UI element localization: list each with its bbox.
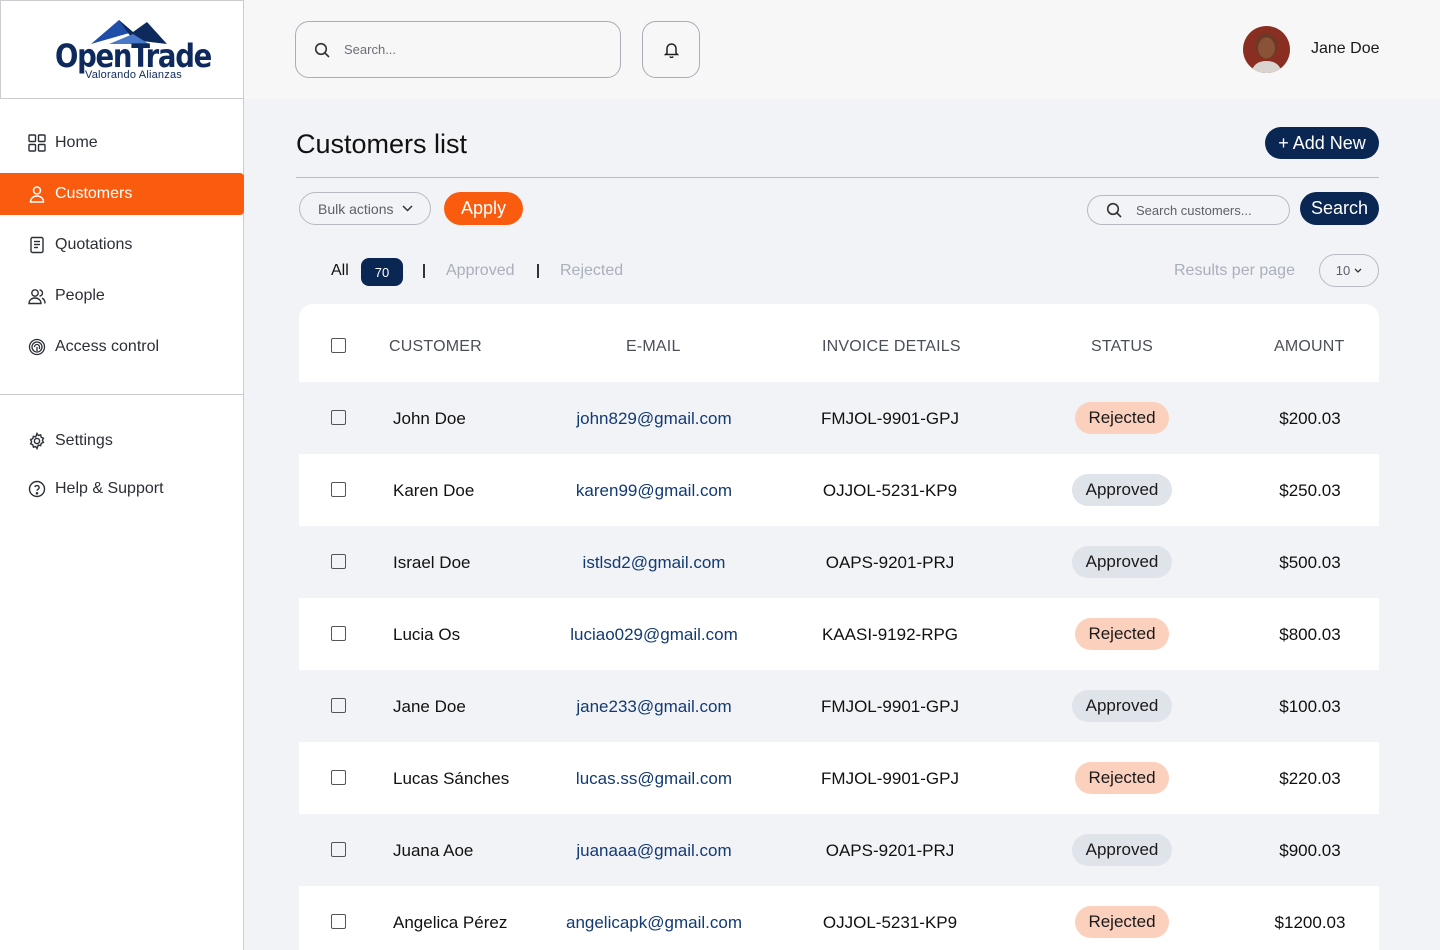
results-per-page-select[interactable]: 10 [1319, 254, 1379, 287]
logo[interactable]: OpenTrade Valorando Alianzas [0, 0, 244, 99]
search-icon [314, 42, 330, 58]
sidebar-item-access-control[interactable]: Access control [0, 326, 244, 368]
user-name[interactable]: Jane Doe [1311, 40, 1380, 58]
sidebar-divider [0, 394, 244, 395]
sidebar-item-people[interactable]: People [0, 275, 244, 317]
amount: $200.03 [1279, 409, 1341, 428]
customer-search[interactable] [1087, 195, 1290, 225]
sidebar: OpenTrade Valorando Alianzas Home Custom… [0, 0, 244, 950]
top-header: Jane Doe [244, 0, 1440, 99]
table-row[interactable]: Israel Doe istlsd2@gmail.com OAPS-9201-PRJ… [299, 526, 1379, 598]
select-all-checkbox[interactable] [331, 338, 346, 353]
sidebar-item-settings[interactable]: Settings [0, 420, 244, 462]
title-divider [296, 177, 1379, 178]
bulk-actions-dropdown[interactable]: Bulk actions [299, 192, 431, 225]
avatar-image [1243, 26, 1290, 73]
notifications-button[interactable] [642, 21, 700, 78]
table-row[interactable]: Juana Aoe juanaaa@gmail.com OAPS-9201-PRJ A… [299, 814, 1379, 886]
column-header-amount[interactable]: AMOUNT [1274, 338, 1345, 356]
sidebar-item-customers[interactable]: Customers [0, 173, 244, 215]
filter-approved[interactable]: Approved [446, 262, 515, 280]
results-per-page-value: 10 [1335, 263, 1351, 278]
table-row[interactable]: Lucas Sánches lucas.ss@gmail.com FMJOL-990… [299, 742, 1379, 814]
customer-search-input[interactable] [1136, 202, 1276, 218]
table-header: CUSTOMER E-MAIL INVOICE DETAILS STATUS A… [299, 304, 1379, 382]
apply-button[interactable]: Apply [444, 192, 523, 225]
sidebar-item-quotations[interactable]: Quotations [0, 224, 244, 266]
sidebar-item-label: Settings [55, 432, 113, 449]
column-header-customer[interactable]: CUSTOMER [389, 338, 482, 356]
search-button[interactable]: Search [1300, 192, 1379, 225]
logo-tagline: Valorando Alianzas [85, 69, 182, 81]
global-search-input[interactable] [344, 42, 584, 57]
add-new-button[interactable]: + Add New [1265, 127, 1379, 159]
amount: $250.03 [1279, 481, 1341, 500]
amount: $100.03 [1279, 697, 1341, 716]
main-content: Customers list + Add New Bulk actions Ap… [244, 99, 1440, 950]
chevron-down-icon [1354, 268, 1362, 273]
fingerprint-icon [28, 338, 46, 356]
document-icon [28, 236, 46, 254]
user-icon [28, 185, 46, 203]
sidebar-item-help-support[interactable]: Help & Support [0, 468, 244, 510]
sidebar-item-home[interactable]: Home [0, 122, 244, 164]
column-header-email[interactable]: E-MAIL [626, 338, 681, 356]
sidebar-item-label: Home [55, 134, 98, 151]
amount: $220.03 [1279, 769, 1341, 788]
help-icon [28, 480, 46, 498]
sidebar-item-label: Access control [55, 338, 160, 355]
avatar[interactable] [1243, 26, 1290, 73]
sidebar-item-label: Help & Support [55, 480, 164, 497]
sidebar-item-label: People [55, 287, 105, 304]
table-body: John Doe john829@gmail.com FMJOL-9901-GPJ R… [299, 382, 1379, 950]
table-row[interactable]: Lucia Os luciao029@gmail.com KAASI-9192-RP… [299, 598, 1379, 670]
sidebar-item-label: Quotations [55, 236, 133, 253]
amount: $1200.03 [1274, 913, 1346, 932]
amount: $500.03 [1279, 553, 1341, 572]
amount: $800.03 [1279, 625, 1341, 644]
table-row[interactable]: Karen Doe karen99@gmail.com OJJOL-5231-KP9… [299, 454, 1379, 526]
amount: $900.03 [1279, 841, 1341, 860]
page-title: Customers list [296, 129, 468, 159]
table-row[interactable]: Jane Doe jane233@gmail.com FMJOL-9901-GPJ A… [299, 670, 1379, 742]
sidebar-item-label: Customers [55, 185, 133, 202]
count-badge: 70 [361, 258, 403, 286]
global-search[interactable] [295, 21, 621, 78]
search-icon [1106, 202, 1122, 218]
filter-separator [423, 264, 425, 278]
table-row[interactable]: John Doe john829@gmail.com FMJOL-9901-GPJ R… [299, 382, 1379, 454]
chevron-down-icon [402, 205, 414, 212]
column-header-status[interactable]: STATUS [1091, 338, 1153, 356]
gear-icon [28, 432, 46, 450]
table-row[interactable]: Angelica Pérez angelicapk@gmail.com OJJOL-… [299, 886, 1379, 950]
bell-icon [663, 43, 679, 58]
grid-icon [28, 134, 46, 152]
column-header-invoice[interactable]: INVOICE DETAILS [822, 338, 961, 356]
people-icon [28, 287, 46, 305]
filter-all[interactable]: All [331, 262, 349, 280]
bulk-actions-label: Bulk actions [318, 200, 394, 217]
customers-table: CUSTOMER E-MAIL INVOICE DETAILS STATUS A… [299, 304, 1379, 950]
results-per-page-label: Results per page [1174, 262, 1295, 279]
filter-rejected[interactable]: Rejected [560, 262, 623, 280]
filter-separator [537, 264, 539, 278]
